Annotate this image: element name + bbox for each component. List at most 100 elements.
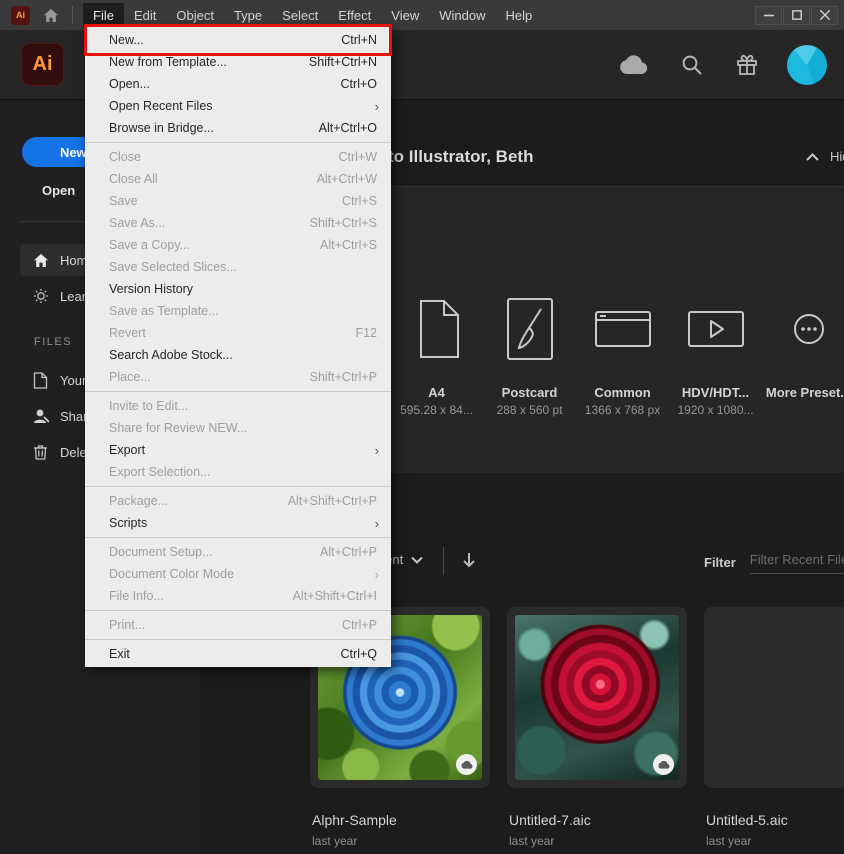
file-thumbnail[interactable] [704, 607, 844, 788]
recent-file-card[interactable]: Untitled-7.aic last year [507, 607, 687, 848]
menubar-effect[interactable]: Effect [328, 3, 381, 28]
cloud-synced-icon [653, 754, 674, 775]
red-rose-thumbnail-image [515, 615, 679, 780]
cloud-synced-icon [456, 754, 477, 775]
file-modified: last year [312, 834, 358, 848]
file-menu-dropdown: New... Ctrl+N New from Template... Shift+C… [85, 27, 391, 667]
preset-a4[interactable]: A4 595.28 x 84... [390, 297, 483, 417]
menu-item-search-adobe-stock[interactable]: Search Adobe Stock... [85, 344, 391, 366]
sort-direction-icon[interactable] [462, 552, 476, 568]
filter-label: Filter [704, 554, 736, 570]
menu-separator [85, 142, 391, 143]
menu-item-browse-in-bridge[interactable]: Browse in Bridge... Alt+Ctrl+O [85, 117, 391, 139]
submenu-arrow-icon: › [374, 442, 379, 458]
menubar-object[interactable]: Object [166, 3, 224, 28]
menu-item-version-history[interactable]: Version History [85, 278, 391, 300]
illustrator-logo: Ai [21, 43, 64, 86]
welcome-heading: to Illustrator, Beth [388, 147, 534, 166]
chevron-up-icon [806, 152, 819, 161]
menu-item-scripts[interactable]: Scripts › [85, 512, 391, 534]
titlebar-divider [72, 6, 73, 24]
file-name: Alphr-Sample [312, 812, 397, 828]
preset-common[interactable]: Common 1366 x 768 px [576, 297, 669, 417]
menu-separator [85, 610, 391, 611]
menu-item-save-selected-slices: Save Selected Slices... [109, 260, 237, 274]
menu-item-share-for-review: Share for Review NEW... [109, 421, 248, 435]
chevron-down-icon [411, 556, 423, 564]
files-section-label: FILES [34, 336, 73, 348]
file-name: Untitled-5.aic [706, 812, 788, 828]
menu-item-save-as-template: Save as Template... [109, 304, 219, 318]
home-icon[interactable] [43, 8, 59, 23]
account-avatar[interactable] [787, 44, 827, 85]
app-icon: Ai [11, 5, 30, 25]
file-modified: last year [509, 834, 555, 848]
portrait-document-icon [415, 297, 459, 361]
menu-item-new-from-template[interactable]: New from Template... Shift+Ctrl+N [85, 51, 391, 73]
menu-separator [85, 391, 391, 392]
preset-hdv[interactable]: HDV/HDT... 1920 x 1080... [669, 297, 762, 417]
menubar-help[interactable]: Help [495, 3, 542, 28]
browser-window-icon [594, 297, 651, 361]
minimize-button[interactable] [755, 5, 782, 25]
toolbar-divider [443, 547, 444, 575]
menu-separator [85, 639, 391, 640]
menubar-view[interactable]: View [381, 3, 429, 28]
menu-item-close-all: Close All Alt+Ctrl+W [109, 172, 377, 186]
file-thumbnail[interactable] [507, 607, 687, 788]
maximize-button[interactable] [783, 5, 810, 25]
submenu-arrow-icon: › [374, 566, 379, 582]
home-icon [33, 253, 50, 268]
gift-icon[interactable] [735, 53, 759, 77]
hide-suggestions-button[interactable]: Hide [806, 149, 844, 164]
menu-item-new[interactable]: New... Ctrl+N [85, 29, 391, 51]
menu-item-file-info: File Info... Alt+Shift+Ctrl+I [109, 589, 377, 603]
menubar-select[interactable]: Select [272, 3, 328, 28]
cloud-icon[interactable] [619, 54, 649, 75]
submenu-arrow-icon: › [374, 515, 379, 531]
menubar-edit[interactable]: Edit [124, 3, 166, 28]
menu-item-export[interactable]: Export › [85, 439, 391, 461]
open-button[interactable]: Open [42, 176, 75, 204]
menu-item-invite-to-edit: Invite to Edit... [109, 399, 189, 413]
illustrator-window: Ai File Edit Object Type Select Effect V… [0, 0, 844, 854]
filter-input[interactable] [749, 550, 844, 574]
menu-item-exit[interactable]: Exit Ctrl+Q [85, 643, 391, 665]
menu-item-revert: Revert F12 [109, 326, 377, 340]
titlebar: Ai File Edit Object Type Select Effect V… [0, 0, 844, 30]
menu-item-place: Place... Shift+Ctrl+P [109, 370, 377, 384]
video-play-icon [687, 297, 744, 361]
menu-item-document-color-mode: Document Color Mode › [109, 566, 379, 582]
file-name: Untitled-7.aic [509, 812, 591, 828]
menu-item-export-selection: Export Selection... [109, 465, 211, 479]
menu-separator [85, 486, 391, 487]
menu-item-document-setup: Document Setup... Alt+Ctrl+P [109, 545, 377, 559]
menu-item-open-recent-files[interactable]: Open Recent Files › [85, 95, 391, 117]
menu-item-package: Package... Alt+Shift+Ctrl+P [109, 494, 377, 508]
ellipsis-circle-icon [793, 297, 825, 361]
menubar-type[interactable]: Type [224, 3, 272, 28]
lightbulb-icon [33, 288, 50, 304]
document-icon [33, 371, 50, 389]
trash-icon [33, 444, 50, 460]
hide-label: Hide [830, 149, 844, 164]
menu-item-close: Close Ctrl+W [109, 150, 377, 164]
person-icon [33, 408, 50, 424]
menubar-file[interactable]: File [83, 2, 124, 28]
menu-item-open[interactable]: Open... Ctrl+O [85, 73, 391, 95]
preset-postcard[interactable]: Postcard 288 x 560 pt [483, 297, 576, 417]
more-presets[interactable]: More Preset... [762, 297, 844, 417]
submenu-arrow-icon: › [374, 98, 379, 114]
menubar-window[interactable]: Window [429, 3, 495, 28]
menu-item-save: Save Ctrl+S [109, 194, 377, 208]
recent-file-card[interactable]: Untitled-5.aic last year [704, 607, 844, 848]
paintbrush-card-icon [506, 297, 553, 361]
menubar: File Edit Object Type Select Effect View… [83, 0, 542, 30]
menu-item-save-a-copy: Save a Copy... Alt+Ctrl+S [109, 238, 377, 252]
file-modified: last year [706, 834, 752, 848]
empty-thumbnail [712, 615, 844, 780]
menu-item-print: Print... Ctrl+P [109, 618, 377, 632]
close-button[interactable] [811, 5, 838, 25]
menu-item-save-as: Save As... Shift+Ctrl+S [109, 216, 377, 230]
search-icon[interactable] [681, 54, 703, 76]
